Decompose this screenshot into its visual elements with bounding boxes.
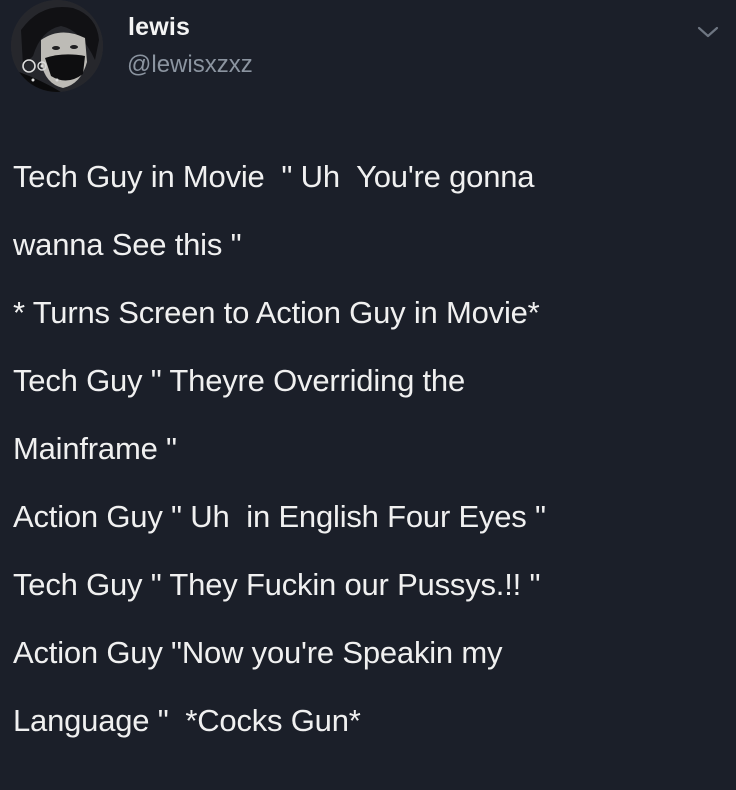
tweet-line: Tech Guy in Movie " Uh You're gonna xyxy=(13,159,535,194)
tweet-line: * Turns Screen to Action Guy in Movie* xyxy=(13,295,540,330)
tweet-line: Tech Guy " Theyre Overriding the xyxy=(13,363,466,398)
chevron-down-icon[interactable] xyxy=(694,22,722,42)
tweet-line: Mainframe " xyxy=(13,431,177,466)
avatar-image xyxy=(11,0,103,92)
tweet-card: lewis @lewisxzxz Tech Guy in Movie " Uh … xyxy=(0,0,736,790)
tweet-line: Action Guy " Uh in English Four Eyes " xyxy=(13,499,546,534)
user-handle[interactable]: @lewisxzxz xyxy=(127,51,253,79)
tweet-line: Language " *Cocks Gun* xyxy=(13,703,361,738)
tweet-text: Tech Guy in Movie " Uh You're gonna wann… xyxy=(13,143,725,755)
tweet-line: Tech Guy " They Fuckin our Pussys.!! " xyxy=(13,567,541,602)
tweet-line: Action Guy "Now you're Speakin my xyxy=(13,635,503,670)
tweet-header: lewis @lewisxzxz xyxy=(0,0,736,100)
display-name[interactable]: lewis xyxy=(128,13,190,42)
tweet-line: wanna See this " xyxy=(13,227,242,262)
avatar[interactable] xyxy=(11,0,103,92)
